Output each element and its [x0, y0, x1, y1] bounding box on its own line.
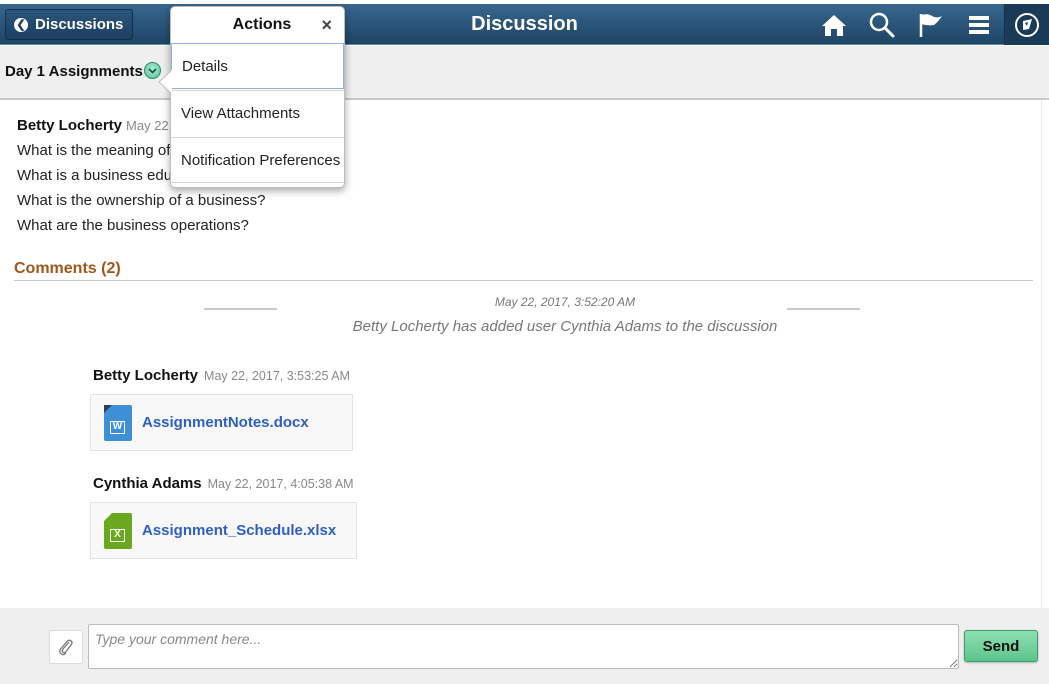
comment-date: May 22, 2017, 3:53:25 AM: [204, 369, 350, 383]
search-icon: [869, 12, 895, 38]
actions-menu-button[interactable]: [964, 10, 994, 40]
attachment-card[interactable]: W AssignmentNotes.docx: [90, 394, 353, 451]
actions-popup: Actions × Details View Attachments Notif…: [170, 6, 345, 188]
menu-icon: [969, 16, 989, 34]
content-scroll-edge: [1041, 100, 1042, 608]
add-attachment-button[interactable]: [49, 630, 83, 664]
navbar-button[interactable]: [1004, 4, 1049, 45]
post-line: What are the business operations?: [17, 217, 249, 234]
notifications-flag-button[interactable]: [916, 10, 946, 40]
send-button[interactable]: Send: [964, 630, 1038, 662]
system-event-date: May 22, 2017, 3:52:20 AM: [494, 295, 636, 309]
search-button[interactable]: [867, 10, 897, 40]
comment-author: Betty Locherty: [93, 367, 199, 384]
word-doc-icon: W: [104, 404, 132, 441]
comment-item: Betty Locherty May 22, 2017, 3:53:25 AM …: [90, 367, 353, 451]
comment-input[interactable]: [88, 624, 959, 669]
excel-doc-icon: X: [104, 512, 132, 549]
home-button[interactable]: [819, 10, 849, 40]
discussion-page: ❮ Discussions Discussion Day 1 Assignmen…: [0, 0, 1049, 684]
actions-item-details[interactable]: Details: [171, 43, 344, 89]
back-button-label: Discussions: [35, 16, 124, 33]
attachment-card[interactable]: X Assignment_Schedule.xlsx: [90, 502, 357, 559]
post-line: What is the ownership of a business?: [17, 192, 266, 209]
comments-divider: [14, 280, 1033, 281]
navbar-compass-icon: [1015, 12, 1039, 37]
actions-item-view-attachments[interactable]: View Attachments: [171, 90, 344, 136]
back-to-discussions-button[interactable]: ❮ Discussions: [5, 9, 133, 40]
chevron-left-icon: ❮: [14, 17, 28, 32]
chevron-down-icon: [148, 67, 157, 74]
comments-heading: Comments (2): [14, 260, 121, 277]
home-icon: [822, 15, 846, 36]
comment-composer: Send: [0, 608, 1049, 684]
system-event-message: Betty Locherty has added user Cynthia Ad…: [352, 318, 778, 335]
comment-author: Cynthia Adams: [93, 475, 202, 492]
discussion-title: Day 1 Assignments: [5, 63, 143, 80]
paperclip-icon: [59, 639, 73, 656]
popup-pointer: [158, 70, 172, 94]
comment-date: May 22, 2017, 4:05:38 AM: [207, 477, 354, 491]
close-icon[interactable]: ×: [321, 16, 332, 34]
post-date: May 22,: [126, 118, 173, 133]
post-author: Betty Locherty: [17, 117, 123, 134]
actions-item-notification-preferences[interactable]: Notification Preferences: [171, 137, 344, 183]
header-bar: ❮ Discussions Discussion: [0, 4, 1049, 45]
comment-item: Cynthia Adams May 22, 2017, 4:05:38 AM X…: [90, 475, 357, 559]
attachment-link[interactable]: Assignment_Schedule.xlsx: [142, 522, 336, 539]
attachment-link[interactable]: AssignmentNotes.docx: [142, 414, 309, 431]
flag-icon: [919, 14, 942, 37]
